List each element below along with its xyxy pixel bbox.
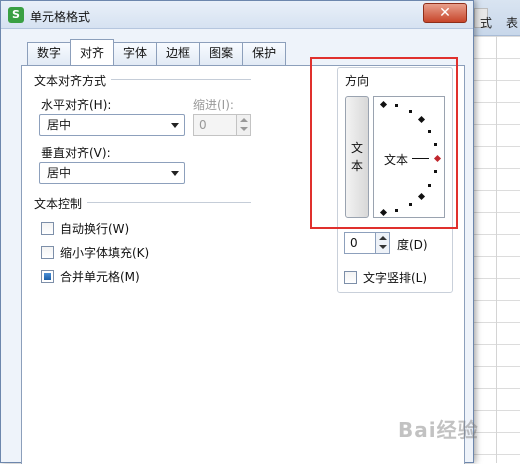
tab-bar: 数字 对齐 字体 边框 图案 保护 — [27, 39, 287, 65]
tab-pattern[interactable]: 图案 — [199, 42, 243, 65]
format-cells-dialog: S 单元格格式 ✕ 数字 对齐 字体 边框 图案 保护 文本对齐方式 水平对齐(… — [0, 0, 474, 464]
stepper-buttons[interactable] — [375, 233, 389, 253]
stepper-down-icon[interactable] — [379, 245, 387, 249]
vertical-align-value: 居中 — [47, 166, 72, 180]
merge-cells-row[interactable]: 合并单元格(M) — [41, 268, 140, 284]
group-divider — [111, 79, 251, 80]
tab-alignment[interactable]: 对齐 — [70, 39, 115, 65]
background-column-line — [496, 36, 497, 463]
stepper-down-icon[interactable] — [240, 127, 248, 131]
vertical-stack-checkbox[interactable] — [344, 270, 357, 284]
vertical-stack-label[interactable]: 文字竖排(L) — [363, 269, 427, 286]
degree-label: 度(D) — [397, 238, 428, 252]
horizontal-align-value: 居中 — [47, 118, 72, 132]
tab-number[interactable]: 数字 — [27, 42, 71, 65]
chevron-down-icon — [171, 171, 179, 176]
app-icon: S — [8, 7, 24, 23]
degree-value: 0 — [350, 236, 358, 250]
horizontal-align-label: 水平对齐(H): — [41, 98, 112, 112]
wrap-text-checkbox[interactable] — [41, 221, 54, 235]
dialog-title: 单元格格式 — [30, 10, 91, 24]
indent-label: 缩进(I): — [193, 98, 234, 112]
shrink-to-fit-label[interactable]: 缩小字体填充(K) — [60, 244, 149, 261]
highlight-annotation-box — [310, 57, 458, 229]
wrap-text-row[interactable]: 自动换行(W) — [41, 220, 129, 236]
stepper-up-icon[interactable] — [240, 118, 248, 122]
shrink-to-fit-row[interactable]: 缩小字体填充(K) — [41, 244, 149, 260]
merge-cells-label[interactable]: 合并单元格(M) — [60, 268, 140, 285]
background-toolbar-label: 式 — [480, 16, 493, 30]
shrink-to-fit-checkbox[interactable] — [41, 245, 54, 259]
vertical-align-label: 垂直对齐(V): — [41, 146, 111, 160]
close-button[interactable]: ✕ — [423, 3, 467, 23]
tab-font[interactable]: 字体 — [114, 42, 157, 65]
watermark-logo: Bai经验 — [398, 418, 479, 442]
stepper-up-icon[interactable] — [379, 236, 387, 240]
horizontal-align-select[interactable]: 居中 — [39, 114, 185, 136]
group-divider — [87, 202, 251, 203]
dialog-titlebar[interactable]: S 单元格格式 ✕ — [1, 1, 473, 29]
merge-cells-checkbox[interactable] — [41, 269, 54, 283]
indent-stepper[interactable]: 0 — [193, 114, 251, 136]
chevron-down-icon — [171, 123, 179, 128]
tab-border[interactable]: 边框 — [156, 42, 200, 65]
vertical-stack-row[interactable]: 文字竖排(L) — [344, 269, 427, 285]
vertical-align-select[interactable]: 居中 — [39, 162, 185, 184]
stepper-buttons[interactable] — [236, 115, 250, 135]
indent-value: 0 — [199, 118, 207, 132]
tab-protection[interactable]: 保护 — [242, 42, 287, 65]
degree-stepper[interactable]: 0 — [344, 232, 390, 254]
text-alignment-group-title: 文本对齐方式 — [34, 74, 107, 88]
text-control-group-title: 文本控制 — [34, 197, 83, 211]
wrap-text-label[interactable]: 自动换行(W) — [60, 220, 129, 237]
background-toolbar-label: 表 — [506, 16, 519, 30]
